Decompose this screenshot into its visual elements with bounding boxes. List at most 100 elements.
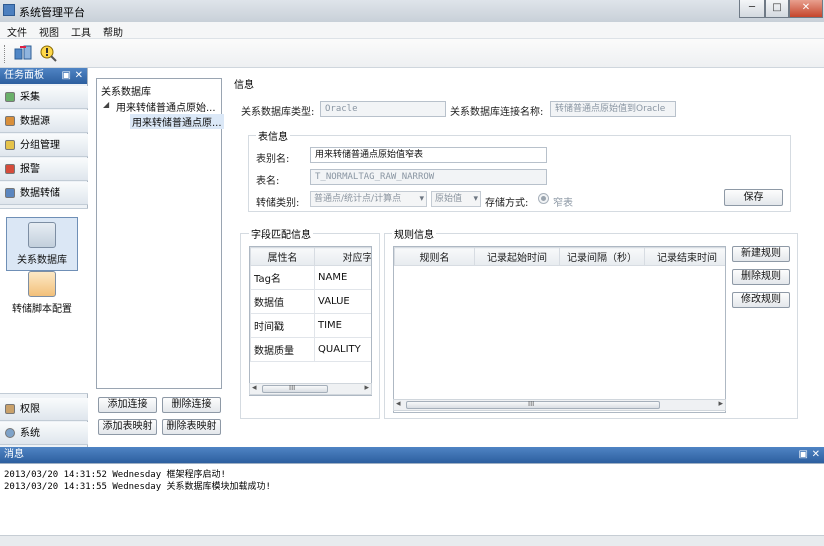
field-mapping-table-wrap: 属性名 对应字段 Tag名NAME 数据值VALUE 时间戳TIME 数据质量Q… (249, 246, 372, 396)
column-header[interactable]: 记录间隔（秒） (559, 247, 645, 266)
nav-label: 分组管理 (20, 140, 60, 151)
log-line: 2013/03/20 14:31:55 Wednesday 关系数据库模块加载成… (4, 482, 271, 492)
nav-label: 权限 (20, 404, 40, 415)
column-header[interactable]: 记录起始时间 (474, 247, 560, 266)
rules-table-wrap: 规则名 记录起始时间 记录间隔（秒） 记录结束时间 (393, 246, 726, 413)
nav-label: 系统 (20, 428, 40, 439)
table-cell: TIME (314, 313, 371, 338)
tree-expander-icon[interactable]: ◢ (103, 100, 109, 109)
table-cell: 时间戳 (250, 313, 315, 338)
tool-label: 转储脚本配置 (12, 304, 72, 315)
column-header[interactable]: 规则名 (394, 247, 475, 266)
scroll-right-icon[interactable]: ▸ (364, 383, 369, 393)
rules-title: 规则信息 (392, 226, 436, 241)
connect-icon[interactable] (12, 43, 34, 63)
alias-label: 表别名: (256, 154, 290, 165)
rules-scrollbar[interactable]: ◂ III ▸ (393, 399, 726, 411)
dump-type-select[interactable]: 普通点/统计点/计算点 ▾ (310, 191, 427, 207)
storage-radio[interactable] (538, 193, 549, 204)
task-panel-title: 任务面板 (4, 70, 44, 81)
save-button[interactable]: 保存 (724, 189, 783, 206)
task-panel-header: 任务面板 ▣ ✕ (0, 68, 87, 84)
warning-icon[interactable] (38, 43, 60, 63)
table-name-label: 表名: (256, 176, 280, 187)
alias-input[interactable]: 用来转储普通点原始值窄表 (310, 147, 547, 163)
table-cell: QUALITY (314, 337, 371, 362)
field-mapping-scrollbar[interactable]: ◂ III ▸ (249, 383, 372, 395)
nav-label: 采集 (20, 92, 40, 103)
database-icon (28, 222, 56, 248)
scroll-grip: III (289, 384, 296, 392)
toolbar (0, 39, 824, 68)
db-type-label: 关系数据库类型: (241, 107, 315, 118)
tool-relational-db[interactable]: 关系数据库 (6, 217, 78, 271)
scroll-left-icon[interactable]: ◂ (252, 383, 257, 393)
scroll-grip: III (528, 400, 535, 408)
column-header[interactable]: 记录结束时间 (644, 247, 725, 266)
nav-item-group[interactable]: 分组管理 (0, 134, 88, 157)
table-row[interactable]: Tag名 NAME (250, 265, 371, 290)
dump-type-label: 转储类别: (256, 198, 300, 209)
menu-tools[interactable]: 工具 (71, 24, 91, 39)
menu-help[interactable]: 帮助 (103, 24, 123, 39)
scroll-left-icon[interactable]: ◂ (396, 399, 401, 409)
table-cell: 数据质量 (250, 337, 315, 362)
delete-rule-button[interactable]: 删除规则 (732, 269, 790, 285)
delete-table-mapping-button[interactable]: 删除表映射 (162, 419, 221, 435)
pin-icon[interactable]: ▣ (799, 447, 808, 463)
app-icon (3, 4, 15, 16)
nav-item-system[interactable]: 系统 (0, 422, 88, 445)
close-icon[interactable]: ✕ (812, 447, 820, 463)
datasource-icon (5, 116, 15, 126)
add-table-mapping-button[interactable]: 添加表映射 (98, 419, 157, 435)
menu-view[interactable]: 视图 (39, 24, 59, 39)
nav-item-collect[interactable]: 采集 (0, 86, 88, 109)
tool-dump-script[interactable]: 转储脚本配置 (6, 267, 78, 319)
table-row[interactable]: 数据质量 QUALITY (250, 337, 371, 362)
new-rule-button[interactable]: 新建规则 (732, 246, 790, 262)
tree-node[interactable]: 用来转储普通点原始... (116, 99, 216, 114)
table-name-field[interactable]: T_NORMALTAG_RAW_NARROW (310, 169, 547, 185)
nav-label: 数据转储 (20, 188, 60, 199)
scroll-right-icon[interactable]: ▸ (718, 399, 723, 409)
toolbar-grip (4, 45, 7, 63)
add-connection-button[interactable]: 添加连接 (98, 397, 157, 413)
log-line: 2013/03/20 14:31:52 Wednesday 框架程序启动! (4, 470, 226, 480)
menu-file[interactable]: 文件 (7, 24, 27, 39)
status-bar (0, 535, 824, 546)
value-type-select[interactable]: 原始值 ▾ (431, 191, 481, 207)
permission-icon (5, 404, 15, 414)
nav-item-datasource[interactable]: 数据源 (0, 110, 88, 133)
modify-rule-button[interactable]: 修改规则 (732, 292, 790, 308)
column-header[interactable]: 对应字段 (314, 247, 371, 266)
field-mapping-table: 属性名 对应字段 Tag名NAME 数据值VALUE 时间戳TIME 数据质量Q… (250, 247, 371, 362)
table-cell: NAME (314, 265, 371, 290)
conn-name-label: 关系数据库连接名称: (450, 107, 544, 118)
storage-value: 窄表 (553, 198, 573, 209)
pin-icon[interactable]: ▣ (62, 68, 71, 84)
table-row[interactable]: 数据值 VALUE (250, 289, 371, 314)
menu-bar: 文件 视图 工具 帮助 (0, 22, 824, 39)
dump-tools-panel: 关系数据库 转储脚本配置 (0, 208, 88, 394)
tree-root[interactable]: 关系数据库 (101, 83, 151, 98)
table-cell: 数据值 (250, 289, 315, 314)
conn-name-field[interactable]: 转储普通点原始值到Oracle (550, 101, 676, 117)
delete-connection-button[interactable]: 删除连接 (162, 397, 221, 413)
nav-item-permission[interactable]: 权限 (0, 398, 88, 421)
nav-item-alarm[interactable]: 报警 (0, 158, 88, 181)
table-cell: Tag名 (250, 265, 315, 290)
minimize-button[interactable]: ─ (739, 0, 765, 18)
db-type-field[interactable]: Oracle (320, 101, 446, 117)
nav-label: 数据源 (20, 116, 50, 127)
chevron-down-icon: ▾ (419, 194, 424, 204)
rules-table: 规则名 记录起始时间 记录间隔（秒） 记录结束时间 (394, 247, 725, 266)
value-type-value: 原始值 (435, 194, 463, 204)
nav-item-dump[interactable]: 数据转储 (0, 182, 88, 205)
column-header[interactable]: 属性名 (250, 247, 315, 266)
table-row[interactable]: 时间戳 TIME (250, 313, 371, 338)
dump-type-value: 普通点/统计点/计算点 (314, 194, 402, 204)
close-icon[interactable]: ✕ (75, 68, 83, 84)
close-button[interactable]: ✕ (789, 0, 823, 18)
tree-child-selected[interactable]: 用来转储普通点原... (130, 114, 224, 129)
maximize-button[interactable]: □ (765, 0, 789, 18)
